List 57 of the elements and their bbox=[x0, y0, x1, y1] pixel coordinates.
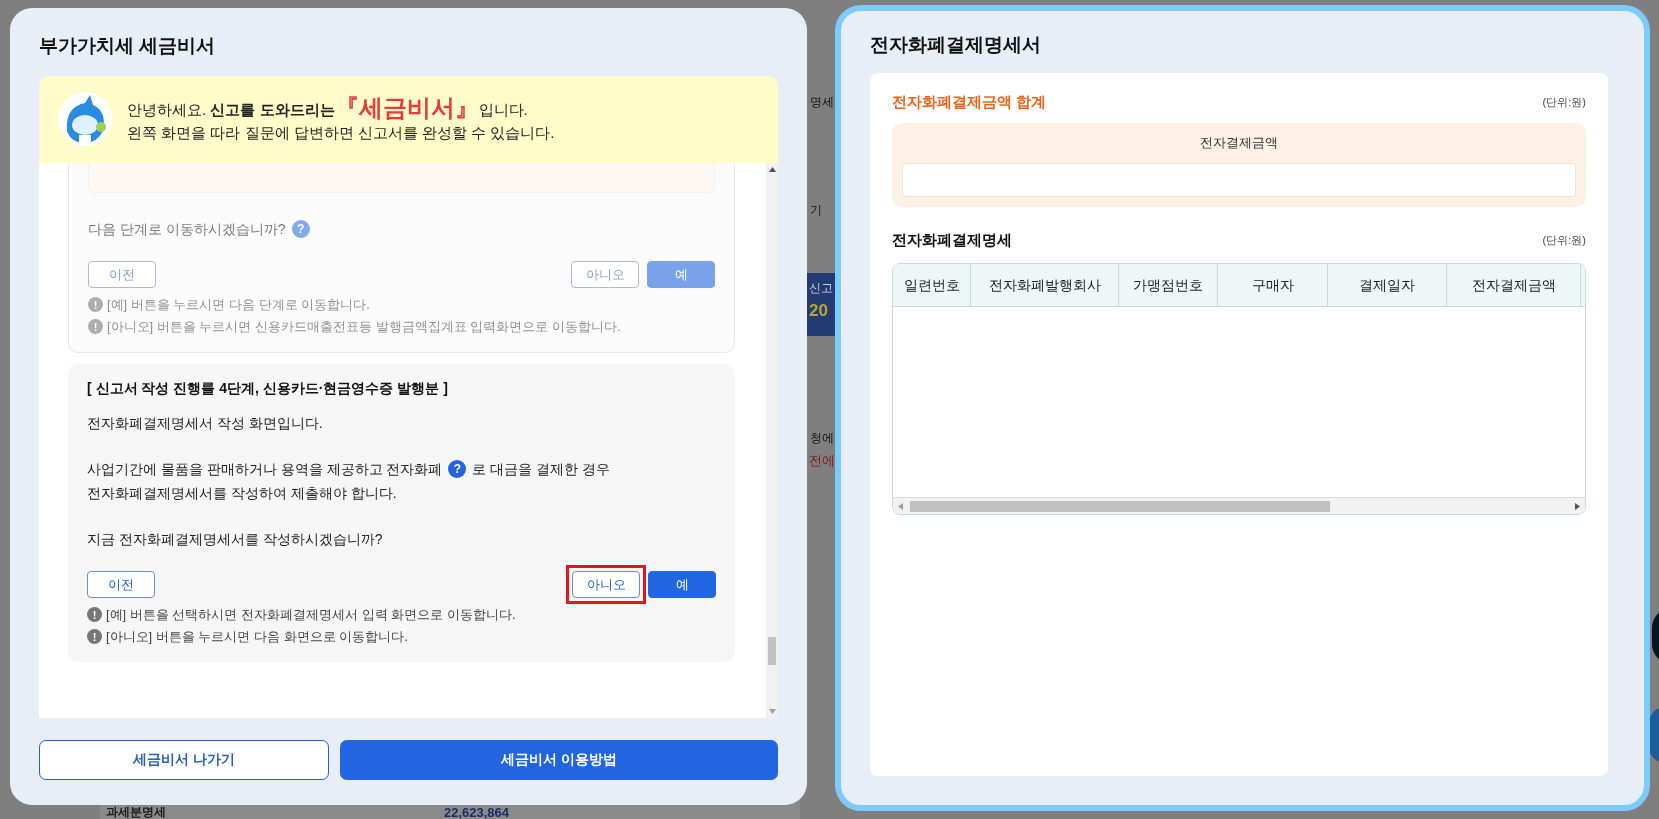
action-button[interactable]: 예 bbox=[648, 570, 716, 598]
background-text: 전에 bbox=[809, 454, 835, 467]
body-text: 전자화폐결제명세서 작성 화면입니다. bbox=[87, 413, 323, 433]
alert-icon: ! bbox=[87, 629, 102, 645]
step-heading: [ 신고서 작성 진행률 4단계, 신용카드·현금영수증 발행분 ] bbox=[87, 378, 449, 398]
section-title: 전자화폐결제금액 합계 bbox=[892, 91, 1047, 112]
instruction-text: 왼쪽 화면을 따라 질문에 답변하면 신고서를 완성할 수 있습니다. bbox=[127, 123, 555, 143]
column-header[interactable]: 가맹점번호 bbox=[1119, 264, 1218, 307]
question-text: 다음 단계로 이동하시겠습니까? bbox=[88, 219, 286, 239]
note-text: [예] 버튼을 선택하시면 전자화폐결제명세서 입력 화면으로 이동합니다. bbox=[106, 605, 516, 624]
action-button[interactable]: 이전 bbox=[87, 570, 155, 598]
column-header[interactable]: 결제일자 bbox=[1328, 264, 1447, 307]
background-text: 기 bbox=[810, 204, 822, 216]
section-title: 전자화폐결제명세 bbox=[892, 229, 1012, 250]
banner-background bbox=[806, 273, 836, 336]
column-header[interactable]: 전자화폐발행회사 bbox=[971, 264, 1119, 307]
mascot-drawing bbox=[57, 91, 113, 148]
background-text: 신고 bbox=[809, 282, 833, 294]
column-header[interactable]: 구매자 bbox=[1218, 264, 1328, 307]
alert-icon: ! bbox=[88, 297, 103, 313]
body-text: 사업기간에 물품을 판매하거나 용역을 제공하고 전자화폐 bbox=[87, 459, 443, 479]
body-text: 전자화폐결제명세서를 작성하여 제출해야 합니다. bbox=[87, 483, 398, 503]
highlight-text: 『세금비서』 bbox=[334, 95, 479, 120]
note-text: [예] 버튼을 누르시면 다음 단계로 이동합니다. bbox=[107, 295, 370, 314]
column-header[interactable]: 일련번호 bbox=[893, 264, 971, 307]
note-text: [아니오] 버튼을 누르시면 신용카드매출전표등 발행금액집계표 입력화면으로 이동합니다. bbox=[107, 317, 621, 336]
footer-button[interactable]: 세금비서 이용방법 bbox=[340, 739, 778, 780]
note-text: [아니오] 버튼을 누르시면 다음 화면으로 이동합니다. bbox=[106, 627, 408, 646]
scrollbar-thumb[interactable] bbox=[768, 636, 776, 665]
horizontal-scrollbar[interactable] bbox=[893, 497, 1585, 515]
help-icon[interactable]: ? bbox=[448, 459, 467, 478]
panel-title: 부가가치세 세금비서 bbox=[39, 34, 217, 58]
scrollbar-thumb[interactable] bbox=[910, 501, 1330, 513]
scroll-left-icon[interactable] bbox=[898, 503, 903, 511]
scroll-down-icon[interactable] bbox=[769, 708, 776, 714]
scrollbar[interactable] bbox=[766, 162, 778, 718]
alert-icon: ! bbox=[87, 607, 102, 623]
field-label: 전자결제금액 bbox=[1200, 134, 1278, 153]
greeting-text: 입니다. bbox=[478, 101, 528, 120]
unit-label: (단위:원) bbox=[1542, 94, 1586, 110]
body-text: 로 대금을 결제한 경우 bbox=[472, 459, 611, 479]
greeting-text: 안녕하세요. 신고를 도와드리는 bbox=[127, 101, 335, 120]
scroll-right-icon[interactable] bbox=[1575, 503, 1580, 511]
panel-title: 전자화폐결제명세서 bbox=[870, 33, 1042, 57]
background-text: 22,623,864 bbox=[444, 806, 510, 819]
background-text: 명세 bbox=[810, 96, 834, 108]
amount-field[interactable] bbox=[902, 162, 1576, 197]
alert-icon: ! bbox=[88, 319, 103, 335]
scroll-up-icon[interactable] bbox=[769, 166, 776, 172]
background-text: 과세분명세 bbox=[106, 806, 166, 818]
column-header[interactable]: 전자결제금액 bbox=[1447, 264, 1581, 307]
action-button[interactable]: 아니오 bbox=[572, 570, 640, 598]
footer-button[interactable]: 세금비서 나가기 bbox=[39, 739, 329, 780]
unit-label: (단위:원) bbox=[1542, 232, 1586, 248]
background-text: 청에 bbox=[810, 432, 834, 444]
background-text: 20 bbox=[809, 302, 828, 319]
body-text: 지금 전자화폐결제명세서를 작성하시겠습니까? bbox=[87, 529, 383, 549]
